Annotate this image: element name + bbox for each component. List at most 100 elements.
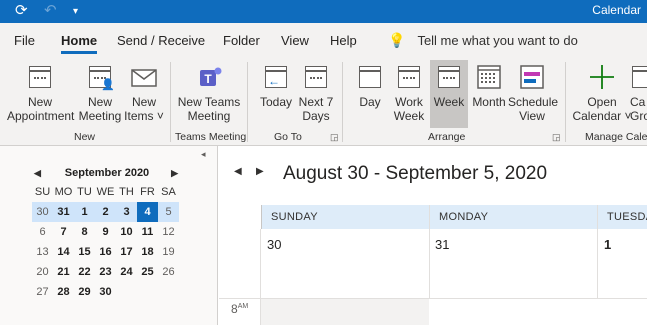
plus-icon bbox=[587, 62, 617, 92]
customize-toolbar-icon[interactable]: ▾ bbox=[73, 2, 78, 22]
group-separator bbox=[247, 62, 248, 142]
tell-me-search[interactable]: 💡 Tell me what you want to do bbox=[388, 32, 578, 49]
mini-day[interactable]: 30 bbox=[32, 202, 53, 222]
svg-text:T: T bbox=[204, 72, 212, 86]
day-header-sunday[interactable]: SUNDAY bbox=[271, 211, 318, 223]
previous-week-icon[interactable]: ◀ bbox=[234, 166, 242, 177]
mini-day[interactable]: 24 bbox=[116, 262, 137, 282]
week-view-button[interactable]: Week bbox=[430, 60, 468, 128]
month-view-button[interactable]: Month bbox=[470, 60, 508, 109]
mini-next-month-icon[interactable]: ▶ bbox=[171, 164, 178, 182]
new-items-button[interactable]: New Items ˅ bbox=[124, 60, 164, 123]
mini-day[interactable]: 8 bbox=[74, 222, 95, 242]
day-number-tuesday[interactable]: 1 bbox=[604, 237, 611, 252]
time-slot-grid[interactable] bbox=[261, 299, 647, 325]
dialog-launcher-icon[interactable]: ◲ bbox=[330, 132, 339, 143]
next-7-days-button[interactable]: Next 7 Days bbox=[296, 60, 336, 123]
mini-day[interactable]: 11 bbox=[137, 222, 158, 242]
envelope-icon bbox=[129, 62, 159, 92]
mini-day[interactable]: 2 bbox=[95, 202, 116, 222]
mini-day[interactable]: 9 bbox=[95, 222, 116, 242]
day-header-tuesday[interactable]: TUESDA bbox=[607, 211, 647, 223]
mini-day[interactable]: 29 bbox=[74, 282, 95, 302]
mini-day-today[interactable]: 4 bbox=[137, 202, 158, 222]
mini-day[interactable]: 1 bbox=[74, 202, 95, 222]
day-header-monday[interactable]: MONDAY bbox=[439, 211, 488, 223]
day-number-sunday[interactable]: 30 bbox=[267, 237, 281, 252]
mini-day[interactable]: 3 bbox=[116, 202, 137, 222]
dialog-launcher-icon[interactable]: ◲ bbox=[552, 132, 561, 143]
mini-day[interactable]: 19 bbox=[158, 242, 179, 262]
mini-day[interactable]: 31 bbox=[53, 202, 74, 222]
teams-label-1: New Teams bbox=[177, 95, 241, 109]
mini-calendar-header: ◀ September 2020 ▶ bbox=[32, 164, 182, 182]
tab-file[interactable]: File bbox=[14, 33, 35, 48]
schedule-label-1: Schedule bbox=[508, 95, 559, 109]
next7-label-1: Next 7 bbox=[298, 95, 334, 109]
mini-day[interactable]: 23 bbox=[95, 262, 116, 282]
next-7-days-icon bbox=[301, 62, 331, 92]
open-calendar-button[interactable]: Open Calendar ˅ bbox=[572, 60, 632, 123]
mini-day[interactable]: 20 bbox=[32, 262, 53, 282]
calendar-icon bbox=[25, 62, 55, 92]
mini-day[interactable]: 26 bbox=[158, 262, 179, 282]
collapse-pane-icon[interactable]: ◂ bbox=[201, 149, 206, 160]
teams-label-2: Meeting bbox=[187, 109, 231, 123]
group-label-goto: Go To bbox=[274, 131, 302, 143]
day-number-monday[interactable]: 31 bbox=[435, 237, 449, 252]
month-view-icon bbox=[474, 62, 504, 92]
schedule-view-button[interactable]: Schedule View bbox=[508, 60, 559, 123]
mini-day[interactable]: 7 bbox=[53, 222, 74, 242]
mini-day[interactable]: 14 bbox=[53, 242, 74, 262]
week-label: Week bbox=[433, 95, 465, 109]
mini-day[interactable]: 15 bbox=[74, 242, 95, 262]
group-separator bbox=[565, 62, 566, 142]
work-week-label-1: Work bbox=[395, 95, 423, 109]
mini-day[interactable]: 22 bbox=[74, 262, 95, 282]
tab-view[interactable]: View bbox=[281, 33, 309, 48]
mini-day[interactable]: 17 bbox=[116, 242, 137, 262]
sync-icon[interactable]: ⟳ bbox=[15, 1, 28, 21]
new-items-label-1: New bbox=[131, 95, 156, 109]
today-button[interactable]: ← Today bbox=[256, 60, 296, 109]
mini-prev-month-icon[interactable]: ◀ bbox=[34, 164, 41, 182]
new-teams-meeting-button[interactable]: T New Teams Meeting bbox=[176, 60, 242, 123]
mini-day[interactable]: 13 bbox=[32, 242, 53, 262]
work-week-view-button[interactable]: Work Week bbox=[390, 60, 428, 123]
mini-day[interactable]: 21 bbox=[53, 262, 74, 282]
new-appointment-button[interactable]: New Appointment bbox=[7, 60, 74, 123]
ribbon: New Appointment 👤 New Meeting New Items … bbox=[0, 58, 647, 146]
mini-day[interactable]: 10 bbox=[116, 222, 137, 242]
tab-send-receive[interactable]: Send / Receive bbox=[117, 33, 205, 48]
mini-day[interactable]: 18 bbox=[137, 242, 158, 262]
mini-day[interactable]: 27 bbox=[32, 282, 53, 302]
today-label: Today bbox=[259, 95, 293, 109]
calendar-groups-label-1: Ca bbox=[630, 95, 646, 109]
mini-day[interactable]: 28 bbox=[53, 282, 74, 302]
mini-day[interactable]: 12 bbox=[158, 222, 179, 242]
next-week-icon[interactable]: ▶ bbox=[256, 166, 264, 177]
mini-day-header: MO bbox=[54, 186, 73, 198]
lightbulb-icon: 💡 bbox=[388, 32, 406, 48]
day-view-button[interactable]: Day bbox=[352, 60, 388, 109]
mini-day[interactable]: 16 bbox=[95, 242, 116, 262]
new-appointment-label-1: New bbox=[27, 95, 52, 109]
mini-day[interactable]: 30 bbox=[95, 282, 116, 302]
mini-day[interactable]: 6 bbox=[32, 222, 53, 242]
group-label-arrange: Arrange bbox=[428, 131, 466, 143]
tab-folder[interactable]: Folder bbox=[223, 33, 260, 48]
group-label-teams: Teams Meeting bbox=[175, 131, 247, 143]
teams-icon: T bbox=[194, 62, 224, 92]
mini-day[interactable]: 5 bbox=[158, 202, 179, 222]
calendar-groups-button[interactable]: Ca Gro bbox=[630, 60, 647, 123]
today-icon: ← bbox=[261, 62, 291, 92]
mini-day-header: TH bbox=[119, 186, 134, 198]
new-meeting-button[interactable]: 👤 New Meeting bbox=[78, 60, 122, 123]
tab-home[interactable]: Home bbox=[61, 33, 98, 54]
undo-icon[interactable]: ↶ bbox=[44, 1, 57, 21]
mini-day[interactable]: 25 bbox=[137, 262, 158, 282]
tab-help[interactable]: Help bbox=[330, 33, 357, 48]
weekend-slot-tint bbox=[261, 299, 429, 325]
ribbon-tabs: File Home Send / Receive Folder View Hel… bbox=[0, 23, 647, 58]
mini-day-header: SU bbox=[34, 186, 51, 198]
